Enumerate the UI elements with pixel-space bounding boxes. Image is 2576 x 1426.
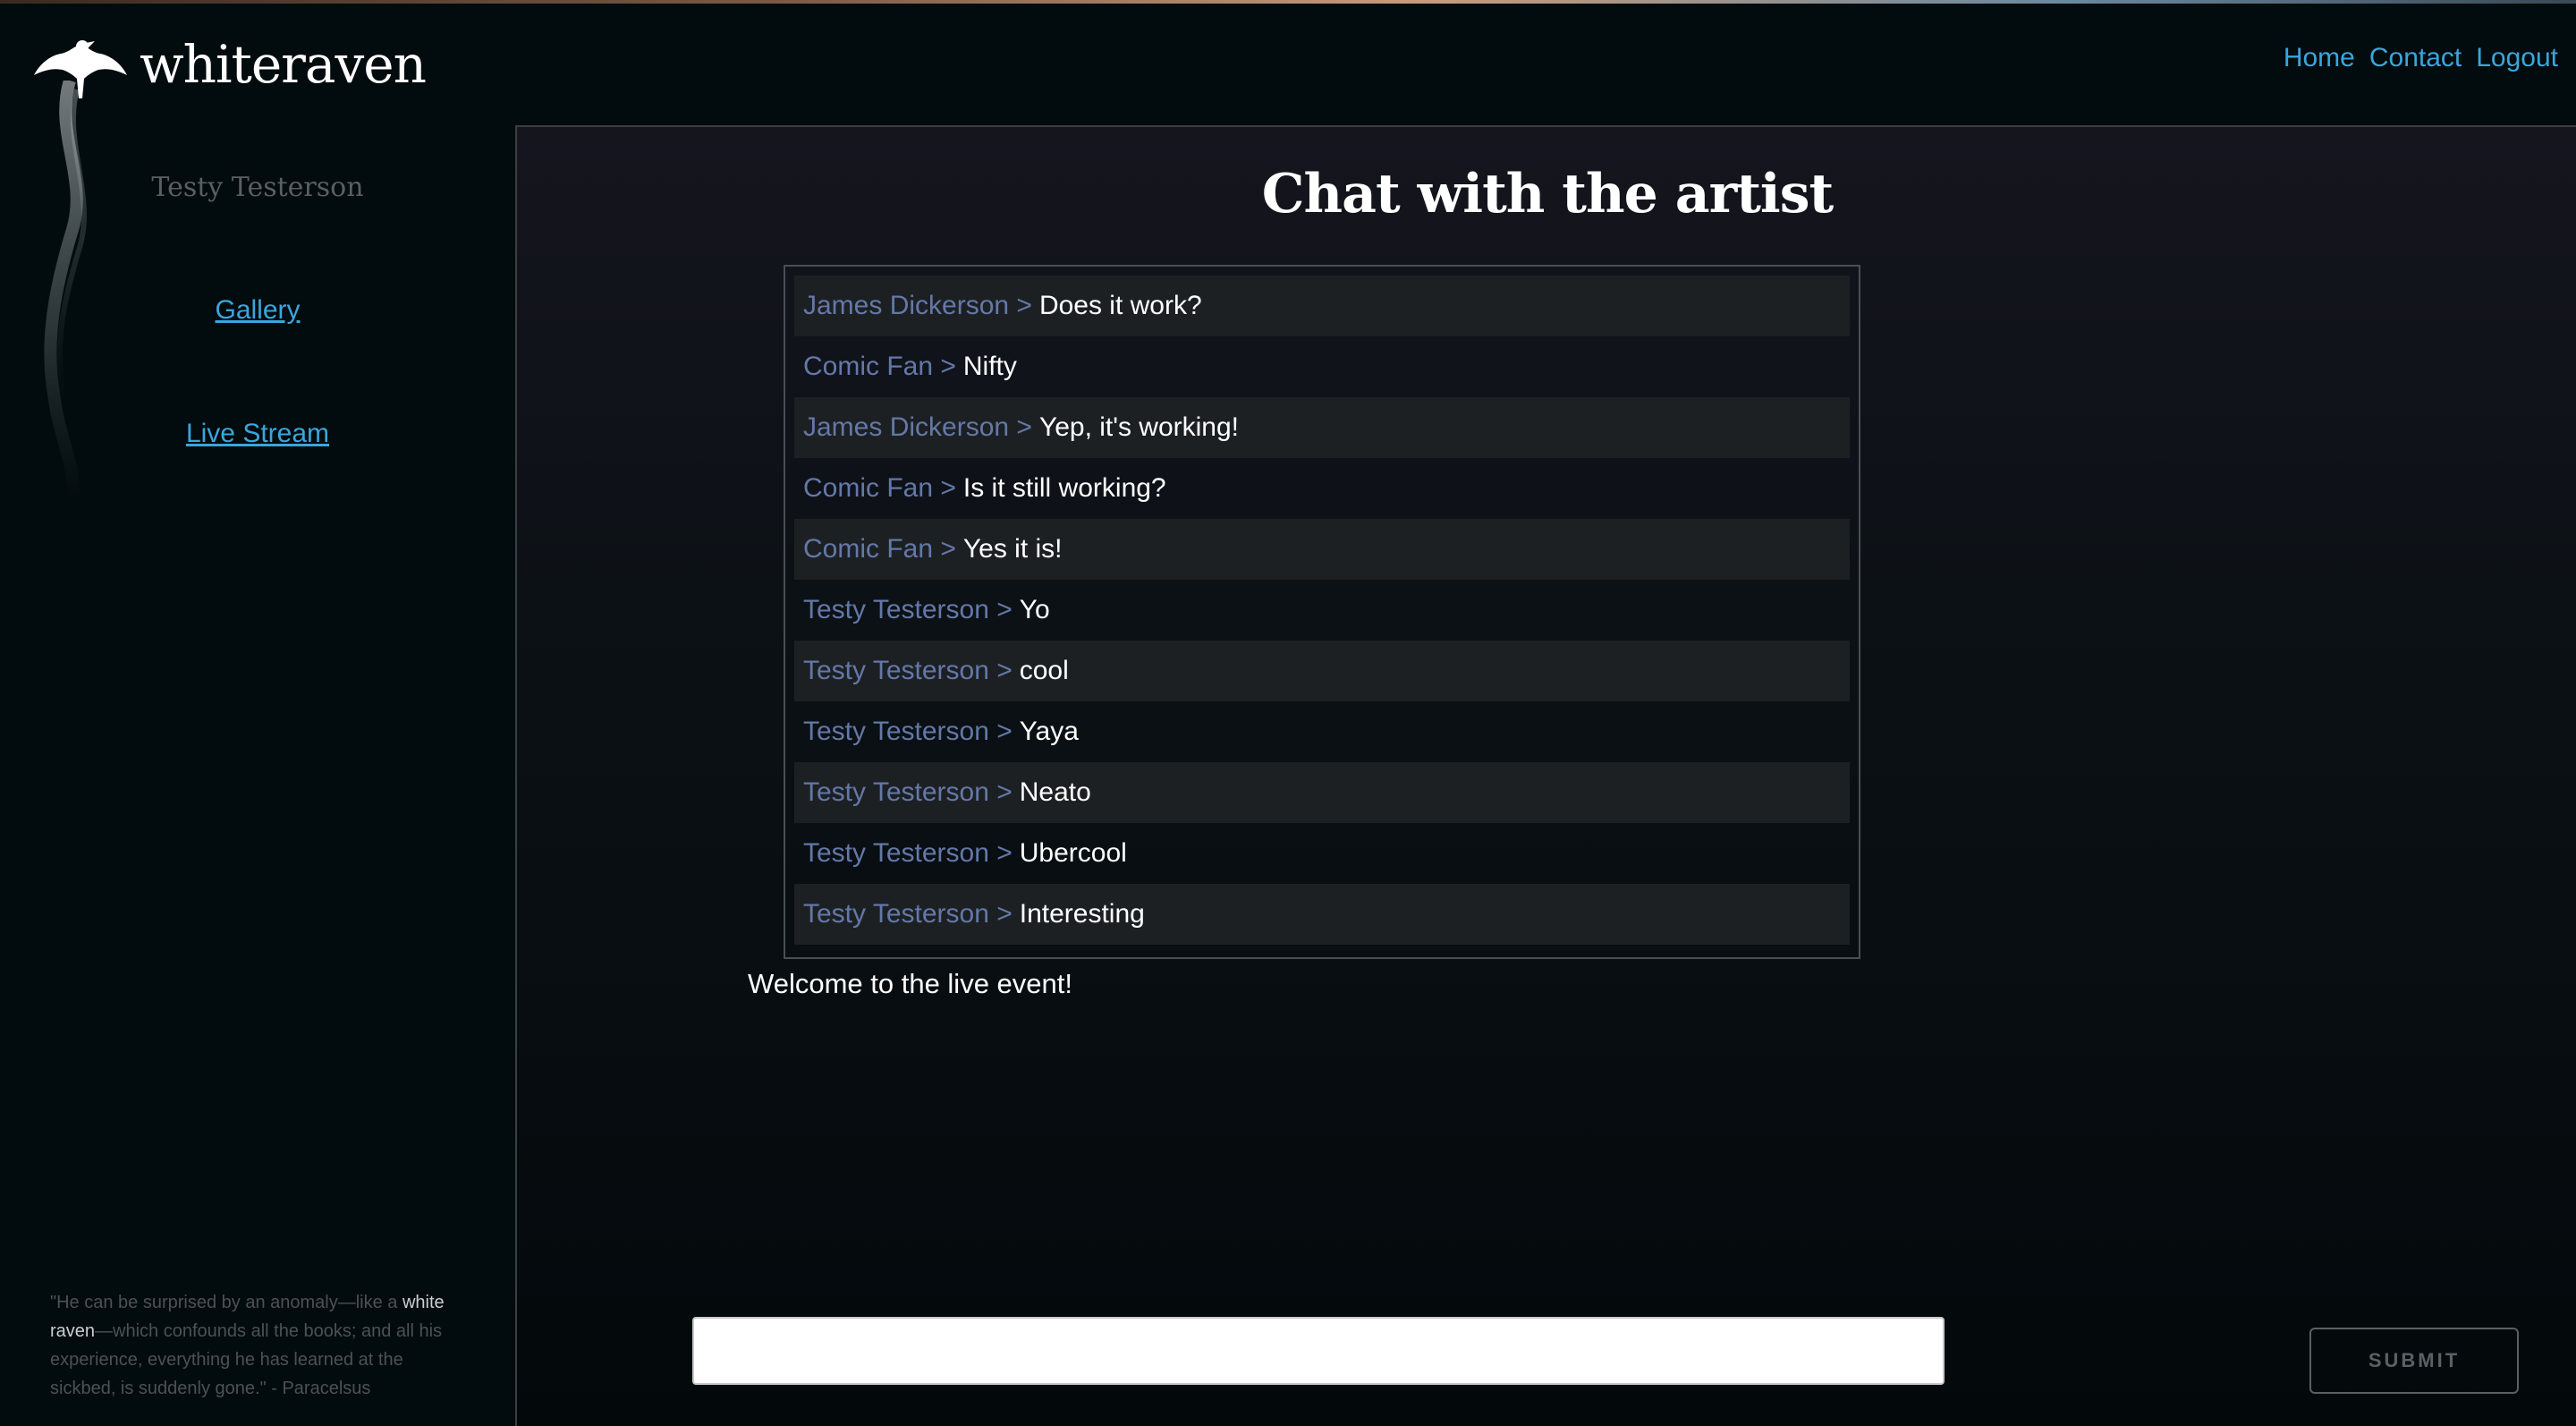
message-sender: Comic Fan > [803, 352, 956, 381]
nav-logout-link[interactable]: Logout [2476, 43, 2558, 73]
welcome-message: Welcome to the live event! [748, 968, 1072, 999]
chat-message: Testy Testerson > Ubercool [794, 823, 1850, 884]
message-sender: James Dickerson > [803, 412, 1032, 442]
message-text: Interesting [1019, 899, 1145, 929]
chat-message: Comic Fan > Is it still working? [794, 458, 1850, 519]
message-text: Nifty [962, 352, 1017, 381]
submit-button[interactable]: SUBMIT [2309, 1328, 2519, 1394]
user-name: Testy Testerson [151, 172, 364, 203]
page-title: Chat with the artist [1261, 163, 1834, 225]
chat-message: Testy Testerson > Yo [794, 580, 1850, 641]
message-sender: Testy Testerson > [803, 595, 1013, 624]
message-sender: Comic Fan > [803, 473, 956, 503]
quote-highlight-raven: raven [50, 1321, 96, 1341]
nav-home-link[interactable]: Home [2284, 43, 2355, 73]
main-panel: Chat with the artist James Dickerson > Do… [515, 125, 2576, 1426]
top-navigation: Home Contact Logout [2284, 43, 2558, 73]
message-sender: Comic Fan > [803, 534, 956, 564]
chat-message: Comic Fan > Yes it is! [794, 519, 1850, 580]
message-sender: Testy Testerson > [803, 838, 1013, 868]
message-text: Yaya [1019, 717, 1079, 746]
top-accent-line [0, 0, 2576, 4]
chat-message: Testy Testerson > cool [794, 641, 1850, 701]
quote-highlight-white: white [402, 1293, 445, 1312]
message-sender: Testy Testerson > [803, 777, 1013, 807]
nav-contact-link[interactable]: Contact [2369, 43, 2462, 73]
chat-message-input[interactable] [692, 1317, 1945, 1385]
message-text: Yep, it's working! [1038, 412, 1240, 442]
quote-text-end: —which confounds all the books; and all … [50, 1321, 443, 1398]
message-text: Yes it is! [962, 534, 1063, 564]
paracelsus-quote: "He can be surprised by an anomaly—like … [50, 1288, 470, 1403]
sidebar-item-gallery[interactable]: Gallery [0, 295, 515, 326]
message-text: Neato [1019, 777, 1091, 807]
message-text: Is it still working? [962, 473, 1166, 503]
message-text: cool [1019, 656, 1069, 685]
message-text: Ubercool [1019, 838, 1127, 868]
message-sender: Testy Testerson > [803, 899, 1013, 929]
sidebar-item-live-stream[interactable]: Live Stream [0, 419, 515, 449]
message-sender: Testy Testerson > [803, 717, 1013, 746]
message-sender: James Dickerson > [803, 291, 1032, 320]
chat-message: James Dickerson > Yep, it's working! [794, 397, 1850, 458]
chat-message: Comic Fan > Nifty [794, 336, 1850, 397]
quote-text-start: "He can be surprised by an anomaly—like … [50, 1293, 402, 1312]
chat-log[interactable]: James Dickerson > Does it work? Comic Fan… [784, 265, 1860, 959]
chat-message: Testy Testerson > Yaya [794, 701, 1850, 762]
chat-message: Testy Testerson > Neato [794, 762, 1850, 823]
chat-message: Testy Testerson > Interesting [794, 884, 1850, 945]
raven-icon [34, 40, 127, 98]
message-text: Yo [1019, 595, 1050, 624]
brand-logo[interactable]: whiteraven [34, 29, 427, 100]
chat-message: James Dickerson > Does it work? [794, 276, 1850, 336]
message-text: Does it work? [1038, 291, 1202, 320]
brand-name: whiteraven [140, 34, 427, 95]
message-sender: Testy Testerson > [803, 656, 1013, 685]
